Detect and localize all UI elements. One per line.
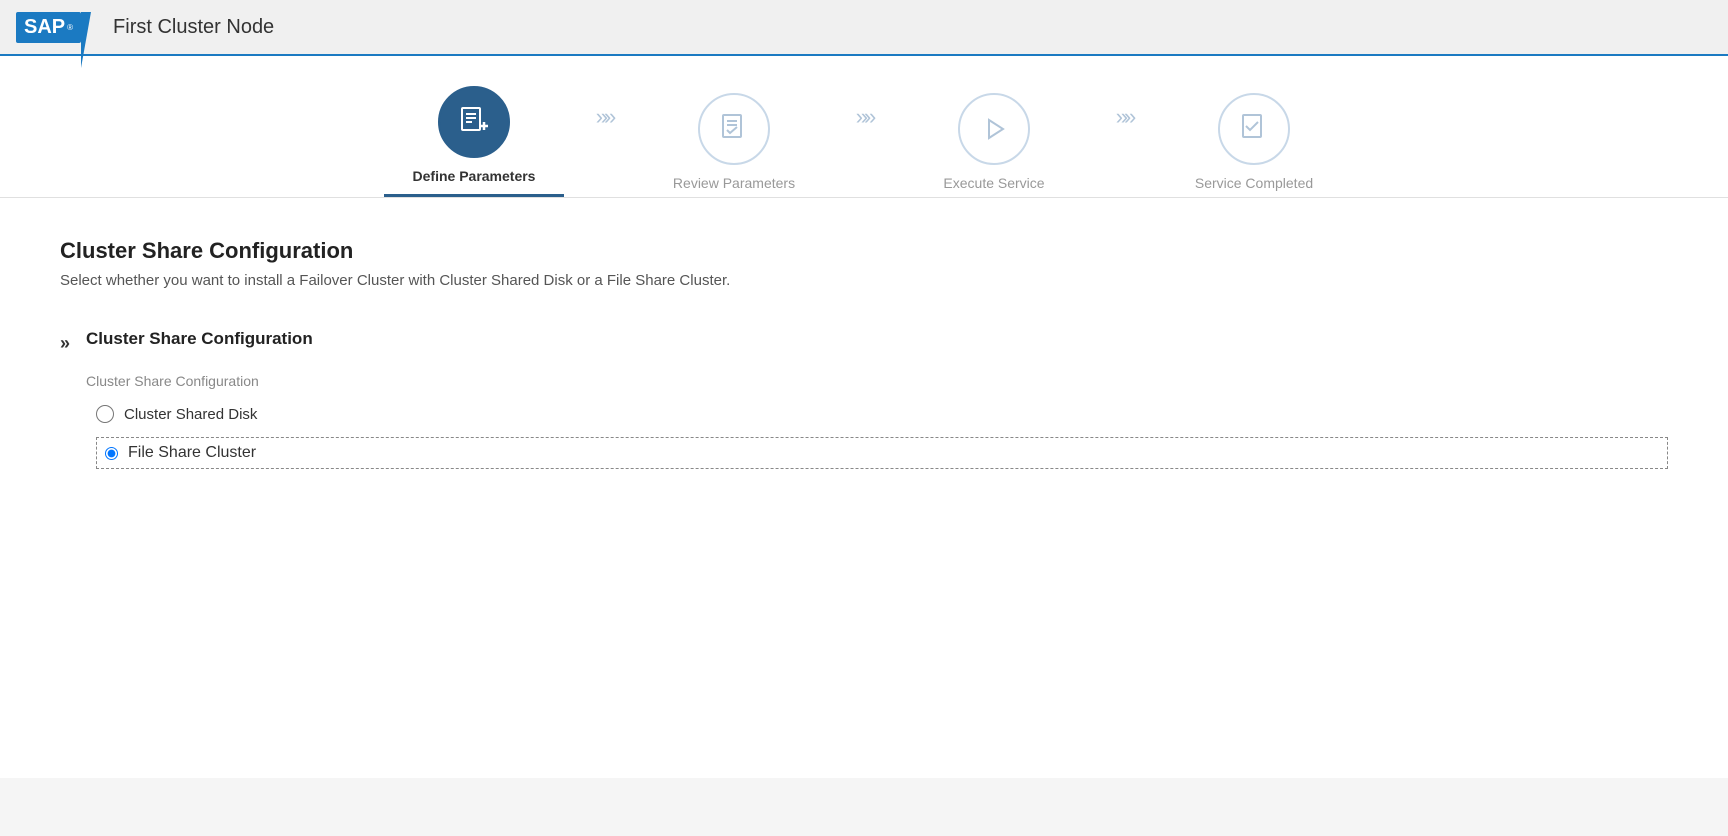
arrow-2: »» [824, 115, 904, 118]
wizard-steps: Define Parameters »» Review Parameters »… [0, 86, 1728, 197]
step-circle-review [698, 93, 770, 165]
radio-shared-disk[interactable] [96, 405, 114, 423]
app-header: SAP® First Cluster Node [0, 0, 1728, 56]
radio-group: Cluster Shared Disk File Share Cluster [96, 405, 1668, 469]
page-title: First Cluster Node [113, 16, 274, 39]
config-body: Cluster Share Configuration Cluster Shar… [86, 329, 1668, 469]
section-title: Cluster Share Configuration [60, 238, 1668, 264]
step-label-review: Review Parameters [673, 175, 795, 191]
radio-item-file-share-box[interactable]: File Share Cluster [96, 437, 1668, 469]
step-circle-execute [958, 93, 1030, 165]
expand-icon[interactable]: » [60, 333, 66, 354]
radio-label-shared-disk: Cluster Shared Disk [124, 406, 257, 423]
chevron-right-icon-2: »» [856, 104, 872, 130]
radio-item-shared-disk[interactable]: Cluster Shared Disk [96, 405, 1668, 423]
service-completed-icon [1236, 111, 1272, 147]
define-parameters-icon [456, 104, 492, 140]
step-label-completed: Service Completed [1195, 175, 1313, 191]
review-parameters-icon [716, 111, 752, 147]
main-content: Cluster Share Configuration Select wheth… [0, 198, 1728, 778]
section-subtitle: Select whether you want to install a Fai… [60, 272, 1668, 289]
step-label-define: Define Parameters [413, 168, 536, 184]
config-field-label: Cluster Share Configuration [86, 373, 1668, 389]
wizard-area: Define Parameters »» Review Parameters »… [0, 56, 1728, 198]
radio-label-file-share: File Share Cluster [128, 444, 256, 462]
chevron-right-icon-3: »» [1116, 104, 1132, 130]
arrow-3: »» [1084, 115, 1164, 118]
step-execute-service[interactable]: Execute Service [904, 93, 1084, 191]
step-service-completed[interactable]: Service Completed [1164, 93, 1344, 191]
arrow-1: »» [564, 115, 644, 118]
step-circle-define [438, 86, 510, 158]
config-section: » Cluster Share Configuration Cluster Sh… [60, 329, 1668, 469]
execute-service-icon [976, 111, 1012, 147]
step-review-parameters[interactable]: Review Parameters [644, 93, 824, 191]
radio-file-share[interactable] [105, 447, 118, 460]
step-circle-completed [1218, 93, 1290, 165]
chevron-right-icon-1: »» [596, 104, 612, 130]
step-underline-define [384, 194, 564, 197]
config-section-title: Cluster Share Configuration [86, 329, 1668, 349]
step-label-execute: Execute Service [943, 175, 1044, 191]
sap-logo: SAP® [16, 12, 81, 43]
step-define-parameters[interactable]: Define Parameters [384, 86, 564, 197]
logo-triangle [81, 12, 91, 68]
